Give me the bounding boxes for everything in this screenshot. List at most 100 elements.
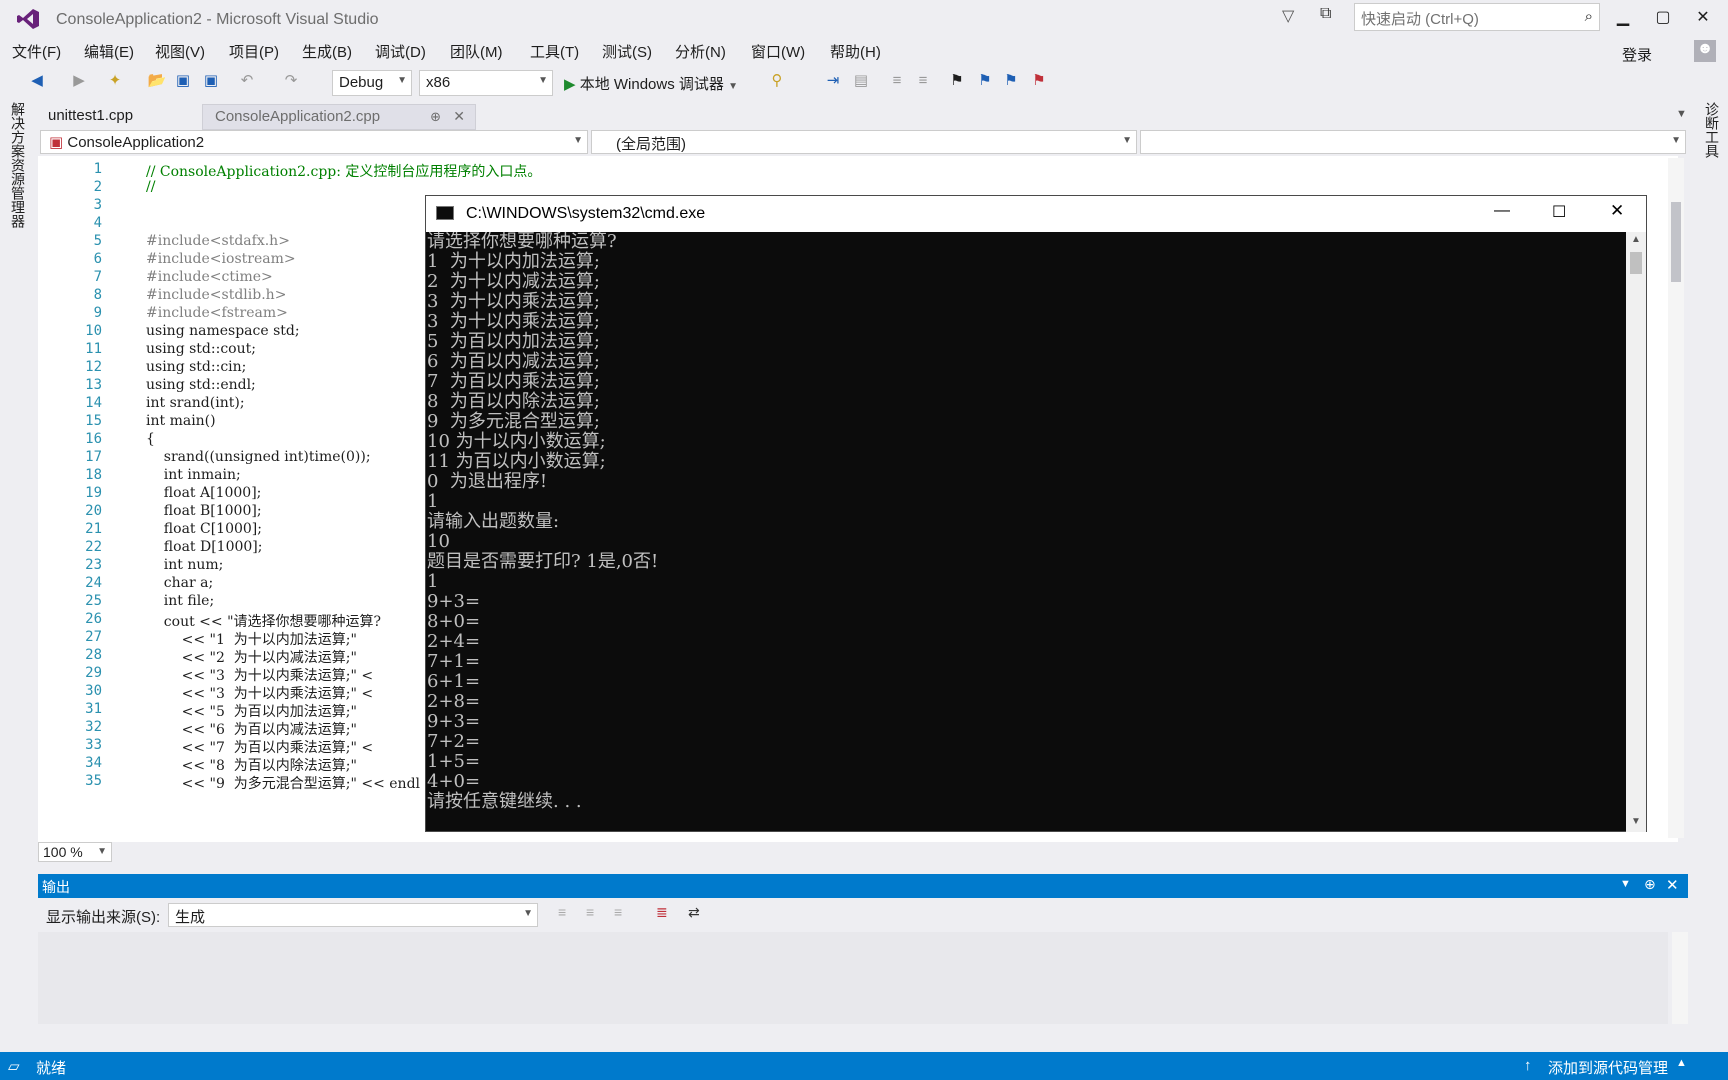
save-icon[interactable]: ▣ [172, 70, 194, 92]
notification-filter-icon[interactable]: ▽ [1282, 6, 1294, 26]
tab-unittest1[interactable]: unittest1.cpp [36, 104, 145, 130]
scrollbar-thumb[interactable] [1671, 202, 1681, 282]
menu-team[interactable]: 团队(M) [450, 41, 503, 62]
user-avatar-icon[interactable]: ☻ [1694, 40, 1716, 62]
pin-icon[interactable]: ⊕ [430, 109, 441, 125]
menu-view[interactable]: 视图(V) [155, 41, 205, 62]
code-line: using std::cout; [146, 341, 256, 357]
editor-vertical-scrollbar[interactable] [1668, 158, 1684, 838]
output-source-label: 显示输出来源(S): [46, 909, 161, 926]
chevron-down-icon[interactable]: ▼ [1620, 878, 1631, 890]
scroll-down-icon[interactable]: ▼ [1631, 816, 1641, 827]
tab-label: ConsoleApplication2.cpp [215, 108, 381, 125]
line-number: 4 [93, 215, 102, 231]
minimize-button[interactable]: ▁ [1608, 6, 1638, 30]
menu-help[interactable]: 帮助(H) [830, 41, 881, 62]
redo-icon[interactable]: ↷ [280, 70, 302, 92]
bookmark-icon[interactable]: ⚑ [946, 70, 968, 92]
signin-link[interactable]: 登录 [1622, 44, 1652, 65]
quick-launch-input[interactable]: 快速启动 (Ctrl+Q) ⌕ [1354, 3, 1600, 31]
console-maximize-button[interactable]: ☐ [1552, 202, 1566, 222]
find-in-files-icon[interactable]: ⚲ [766, 70, 788, 92]
line-number: 13 [85, 377, 102, 393]
scroll-up-icon[interactable]: ▲ [1631, 234, 1641, 245]
navigation-bar: ▣ ConsoleApplication2 ▼ (全局范围) ▼ ▼ [38, 130, 1690, 156]
code-line: float D[1000]; [146, 539, 263, 555]
line-number: 34 [85, 755, 102, 771]
output-scrollbar[interactable] [1672, 932, 1688, 1024]
code-line: float B[1000]; [146, 503, 262, 519]
line-number: 21 [85, 521, 102, 537]
previous-message-icon[interactable]: ≡ [586, 904, 594, 920]
watch-icon[interactable]: ▤ [850, 70, 872, 92]
zoom-value: 100 % [43, 844, 83, 860]
menu-analyze[interactable]: 分析(N) [675, 41, 726, 62]
line-number: 20 [85, 503, 102, 519]
menu-window[interactable]: 窗口(W) [751, 41, 805, 62]
close-panel-icon[interactable]: ✕ [1666, 876, 1679, 894]
menu-tools[interactable]: 工具(T) [530, 41, 579, 62]
console-minimize-button[interactable]: — [1494, 202, 1510, 220]
tab-label: unittest1.cpp [48, 107, 134, 124]
project-select[interactable]: ▣ ConsoleApplication2 ▼ [40, 130, 588, 154]
scrollbar-thumb[interactable] [1630, 252, 1642, 274]
code-line: #include<stdafx.h> [146, 233, 290, 249]
solution-configuration-select[interactable]: Debug ▼ [332, 70, 412, 96]
scope-select[interactable]: (全局范围) ▼ [591, 130, 1137, 154]
project-value: ConsoleApplication2 [67, 134, 205, 151]
navigate-back-icon[interactable]: ◀ [26, 70, 48, 92]
pin-icon[interactable]: ⊕ [1644, 876, 1656, 893]
step-icon[interactable]: ⇥ [822, 70, 844, 92]
line-number: 24 [85, 575, 102, 591]
menu-test[interactable]: 测试(S) [602, 41, 652, 62]
undo-icon[interactable]: ↶ [236, 70, 258, 92]
next-bookmark-icon[interactable]: ⚑ [1000, 70, 1022, 92]
maximize-button[interactable]: ▢ [1648, 6, 1678, 30]
navigate-forward-icon[interactable]: ▶ [68, 70, 90, 92]
console-scrollbar[interactable]: ▲ ▼ [1626, 232, 1646, 832]
output-source-select[interactable]: 生成 ▼ [168, 903, 538, 927]
diagnostic-tools-tab[interactable]: 诊断工具 [1702, 102, 1722, 158]
member-select[interactable]: ▼ [1140, 130, 1686, 154]
new-project-icon[interactable]: ✦ [104, 70, 126, 92]
open-file-icon[interactable]: 📂 [146, 70, 168, 92]
close-tab-icon[interactable]: ✕ [453, 108, 465, 125]
output-text-area[interactable] [38, 932, 1688, 1024]
upload-icon: ↑ [1524, 1057, 1532, 1074]
feedback-icon[interactable]: ⧉ [1320, 5, 1331, 23]
chevron-up-icon[interactable]: ▲ [1676, 1057, 1687, 1069]
code-line: int main() [146, 413, 216, 429]
clear-bookmarks-icon[interactable]: ⚑ [1028, 70, 1050, 92]
menu-file[interactable]: 文件(F) [12, 41, 61, 62]
console-close-button[interactable]: ✕ [1610, 201, 1624, 221]
clear-all-icon[interactable]: ≣ [656, 904, 668, 921]
solution-explorer-tab[interactable]: 解决方案资源管理器 [8, 102, 28, 228]
menu-build[interactable]: 生成(B) [302, 41, 352, 62]
quick-launch-placeholder: 快速启动 (Ctrl+Q) [1361, 11, 1479, 28]
word-wrap-icon[interactable]: ⇄ [688, 904, 700, 921]
uncomment-icon[interactable]: ≡ [912, 70, 934, 92]
output-panel-title: 输出 [42, 879, 70, 895]
save-all-icon[interactable]: ▣ [200, 70, 222, 92]
tab-overflow-icon[interactable]: ▼ [1676, 108, 1687, 120]
chevron-down-icon: ▼ [1122, 135, 1132, 146]
menu-debug[interactable]: 调试(D) [375, 41, 426, 62]
console-window[interactable]: C:\WINDOWS\system32\cmd.exe — ☐ ✕ 请选择你想要… [425, 195, 1647, 832]
menu-edit[interactable]: 编辑(E) [84, 41, 134, 62]
start-debugging-button[interactable]: ▶ 本地 Windows 调试器 ▼ [560, 70, 742, 96]
zoom-select[interactable]: 100 % ▼ [38, 842, 112, 862]
standard-toolbar: ◀ ▶ ✦ 📂 ▣ ▣ ↶ ↷ Debug ▼ x86 ▼ ▶ 本地 Windo… [0, 64, 1728, 98]
menu-project[interactable]: 项目(P) [229, 41, 279, 62]
code-line: << "2 为十以内减法运算;" [146, 650, 357, 666]
code-line: float A[1000]; [146, 485, 262, 501]
add-to-source-control-button[interactable]: 添加到源代码管理 [1548, 1057, 1668, 1078]
next-message-icon[interactable]: ≡ [614, 904, 622, 920]
solution-platform-select[interactable]: x86 ▼ [419, 70, 553, 96]
tab-consoleapplication2[interactable]: ConsoleApplication2.cpp ⊕ ✕ [202, 104, 476, 130]
comment-out-icon[interactable]: ≡ [886, 70, 908, 92]
previous-bookmark-icon[interactable]: ⚑ [974, 70, 996, 92]
find-message-icon[interactable]: ≡ [558, 904, 566, 920]
chevron-down-icon: ▼ [1671, 135, 1681, 146]
line-number: 12 [85, 359, 102, 375]
close-button[interactable]: ✕ [1688, 6, 1718, 30]
